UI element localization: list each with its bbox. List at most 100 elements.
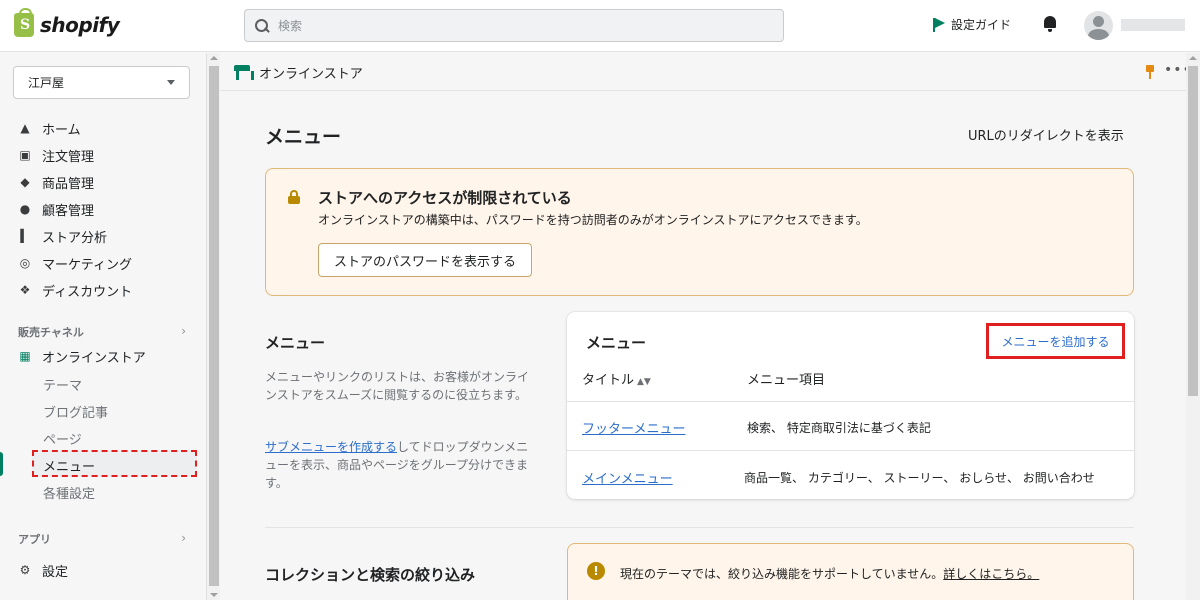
page-title: メニュー	[265, 126, 342, 148]
chevron-right-icon: ›	[181, 531, 186, 545]
store-selector[interactable]: 江戸屋	[13, 66, 190, 99]
logo-text: shopify	[40, 13, 120, 37]
person-icon: ●	[19, 202, 31, 216]
search-icon	[255, 18, 269, 33]
setup-guide-label: 設定ガイド	[951, 18, 1012, 32]
flag-icon	[933, 17, 945, 32]
active-indicator	[0, 452, 3, 476]
bar-chart-icon: ▍	[20, 229, 30, 243]
sidebar-item-home[interactable]: ▲ ホーム	[18, 117, 81, 139]
inbox-icon: ▣	[19, 148, 31, 162]
gear-icon: ⚙	[19, 563, 31, 577]
add-menu-button[interactable]: メニューを追加する	[986, 323, 1125, 359]
sidebar-item-orders[interactable]: ▣ 注文管理	[18, 144, 94, 166]
create-submenu-link[interactable]: サブメニューを作成する	[265, 440, 397, 454]
section-divider	[265, 527, 1134, 528]
url-redirects-link[interactable]: URLのリダイレクトを表示	[968, 125, 1124, 144]
sidebar-subitem-themes[interactable]: テーマ	[43, 375, 82, 394]
sidebar-subitem-pages[interactable]: ページ	[43, 429, 82, 448]
sidebar-item-settings[interactable]: ⚙ 設定	[18, 559, 68, 581]
discount-icon: ❖	[19, 283, 31, 297]
collection-filter-heading: コレクションと検索の絞り込み	[265, 566, 476, 584]
footer-menu-items: 検索、 特定商取引法に基づく表記	[747, 421, 931, 435]
sidebar-subitem-menu[interactable]: メニュー	[43, 456, 95, 475]
footer-menu-link[interactable]: フッターメニュー	[582, 418, 685, 437]
sidebar-item-online-store[interactable]: ▦ オンラインストア	[18, 345, 146, 367]
warning-icon: !	[587, 562, 605, 580]
warning-text: 現在のテーマでは、絞り込み機能をサポートしていません。詳しくはこちら。	[620, 565, 1039, 582]
app-header: オンラインストア •••	[220, 53, 1191, 91]
menus-card: メニュー メニューを追加する タイトル ▲▼ メニュー項目 フッターメニュー 検索…	[567, 312, 1134, 499]
learn-more-link[interactable]: 詳しくはこちら。	[943, 567, 1039, 581]
tag-icon: ◆	[20, 175, 30, 189]
apps-header[interactable]: アプリ ›	[18, 531, 186, 547]
search-input[interactable]	[278, 18, 758, 33]
sidebar-item-label: 商品管理	[42, 176, 95, 192]
add-menu-label: メニューを追加する	[1001, 334, 1110, 349]
menu-section-description: メニューやリンクのリストは、お客様がオンラインストアをスムーズに閲覧するのに役立…	[265, 370, 530, 402]
banner-title: ストアへのアクセスが制限されている	[318, 189, 572, 207]
sort-icon: ▲▼	[637, 377, 651, 387]
apps-label: アプリ	[18, 533, 51, 546]
pin-icon[interactable]	[1145, 65, 1155, 79]
username-placeholder[interactable]	[1121, 19, 1185, 31]
sidebar-item-customers[interactable]: ● 顧客管理	[18, 198, 94, 220]
chevron-right-icon: ›	[181, 324, 186, 338]
caret-down-icon	[167, 80, 175, 85]
submenu-description: サブメニューを作成するしてドロップダウンメニューを表示、商品やページをグループ分…	[265, 438, 533, 492]
sidebar-scrollbar[interactable]	[206, 53, 220, 600]
target-icon: ◎	[19, 256, 31, 270]
column-header-title[interactable]: タイトル ▲▼	[582, 369, 651, 388]
top-bar: S shopify 設定ガイド	[0, 0, 1200, 52]
sidebar-subitem-preferences[interactable]: 各種設定	[43, 483, 95, 502]
sidebar-item-label: ディスカウント	[42, 284, 133, 300]
search-bar[interactable]	[244, 9, 784, 42]
sidebar-item-label: オンラインストア	[42, 350, 146, 366]
shopify-logo[interactable]: S shopify	[14, 8, 120, 37]
sidebar-subitem-blog-posts[interactable]: ブログ記事	[43, 402, 108, 421]
app-title-label: オンラインストア	[259, 67, 363, 82]
warning-message: 現在のテーマでは、絞り込み機能をサポートしていません。	[620, 567, 944, 581]
sales-channels-header[interactable]: 販売チャネル ›	[18, 324, 186, 340]
sidebar-item-discounts[interactable]: ❖ ディスカウント	[18, 279, 132, 301]
home-icon: ▲	[20, 121, 30, 135]
sidebar-item-label: 設定	[42, 564, 69, 580]
setup-guide-button[interactable]: 設定ガイド	[933, 16, 1011, 33]
app-title: オンラインストア	[234, 63, 363, 82]
main-menu-items: 商品一覧、 カテゴリー、 ストーリー、 おしらせ、 お問い合わせ	[744, 471, 1095, 485]
bell-icon[interactable]	[1043, 15, 1057, 32]
sidebar-item-analytics[interactable]: ▍ ストア分析	[18, 225, 107, 247]
scroll-down-arrow-icon[interactable]	[210, 593, 218, 597]
sidebar-item-label: 顧客管理	[42, 203, 95, 219]
sidebar-item-label: 注文管理	[42, 149, 95, 165]
sales-channels-label: 販売チャネル	[18, 326, 84, 339]
divider	[567, 401, 1134, 402]
avatar[interactable]	[1084, 11, 1113, 40]
sidebar-item-marketing[interactable]: ◎ マーケティング	[18, 252, 132, 274]
main-scrollbar[interactable]	[1186, 53, 1200, 600]
sidebar-item-label: ストア分析	[42, 230, 108, 246]
scrollbar-thumb[interactable]	[209, 66, 219, 586]
show-password-button[interactable]: ストアのパスワードを表示する	[318, 243, 533, 277]
main-menu-link[interactable]: メインメニュー	[582, 468, 673, 487]
lock-icon	[288, 190, 300, 204]
scroll-up-arrow-icon[interactable]	[1189, 56, 1197, 60]
column-title-label: タイトル	[582, 373, 635, 388]
sidebar-item-products[interactable]: ◆ 商品管理	[18, 171, 94, 193]
store-icon: ▦	[19, 349, 31, 363]
sidebar: 江戸屋 ▲ ホーム ▣ 注文管理 ◆ 商品管理 ● 顧客管理 ▍ ストア分析 ◎…	[0, 53, 206, 600]
scroll-up-arrow-icon[interactable]	[210, 56, 218, 60]
access-restricted-banner: ストアへのアクセスが制限されている オンラインストアの構築中は、パスワードを持つ…	[265, 168, 1134, 296]
filter-warning-banner: ! 現在のテーマでは、絞り込み機能をサポートしていません。詳しくはこちら。	[567, 543, 1134, 600]
column-header-menu-items: メニュー項目	[747, 373, 826, 388]
sidebar-item-label: ホーム	[42, 122, 81, 138]
shopify-bag-icon: S	[14, 8, 34, 37]
menu-section-heading: メニュー	[265, 334, 326, 352]
sidebar-item-label: マーケティング	[42, 257, 132, 273]
store-name: 江戸屋	[28, 76, 65, 90]
scrollbar-thumb[interactable]	[1188, 66, 1198, 396]
store-icon	[234, 65, 254, 80]
banner-body: オンラインストアの構築中は、パスワードを持つ訪問者のみがオンラインストアにアクセ…	[318, 213, 868, 227]
divider	[567, 450, 1134, 451]
card-title: メニュー	[586, 334, 647, 352]
